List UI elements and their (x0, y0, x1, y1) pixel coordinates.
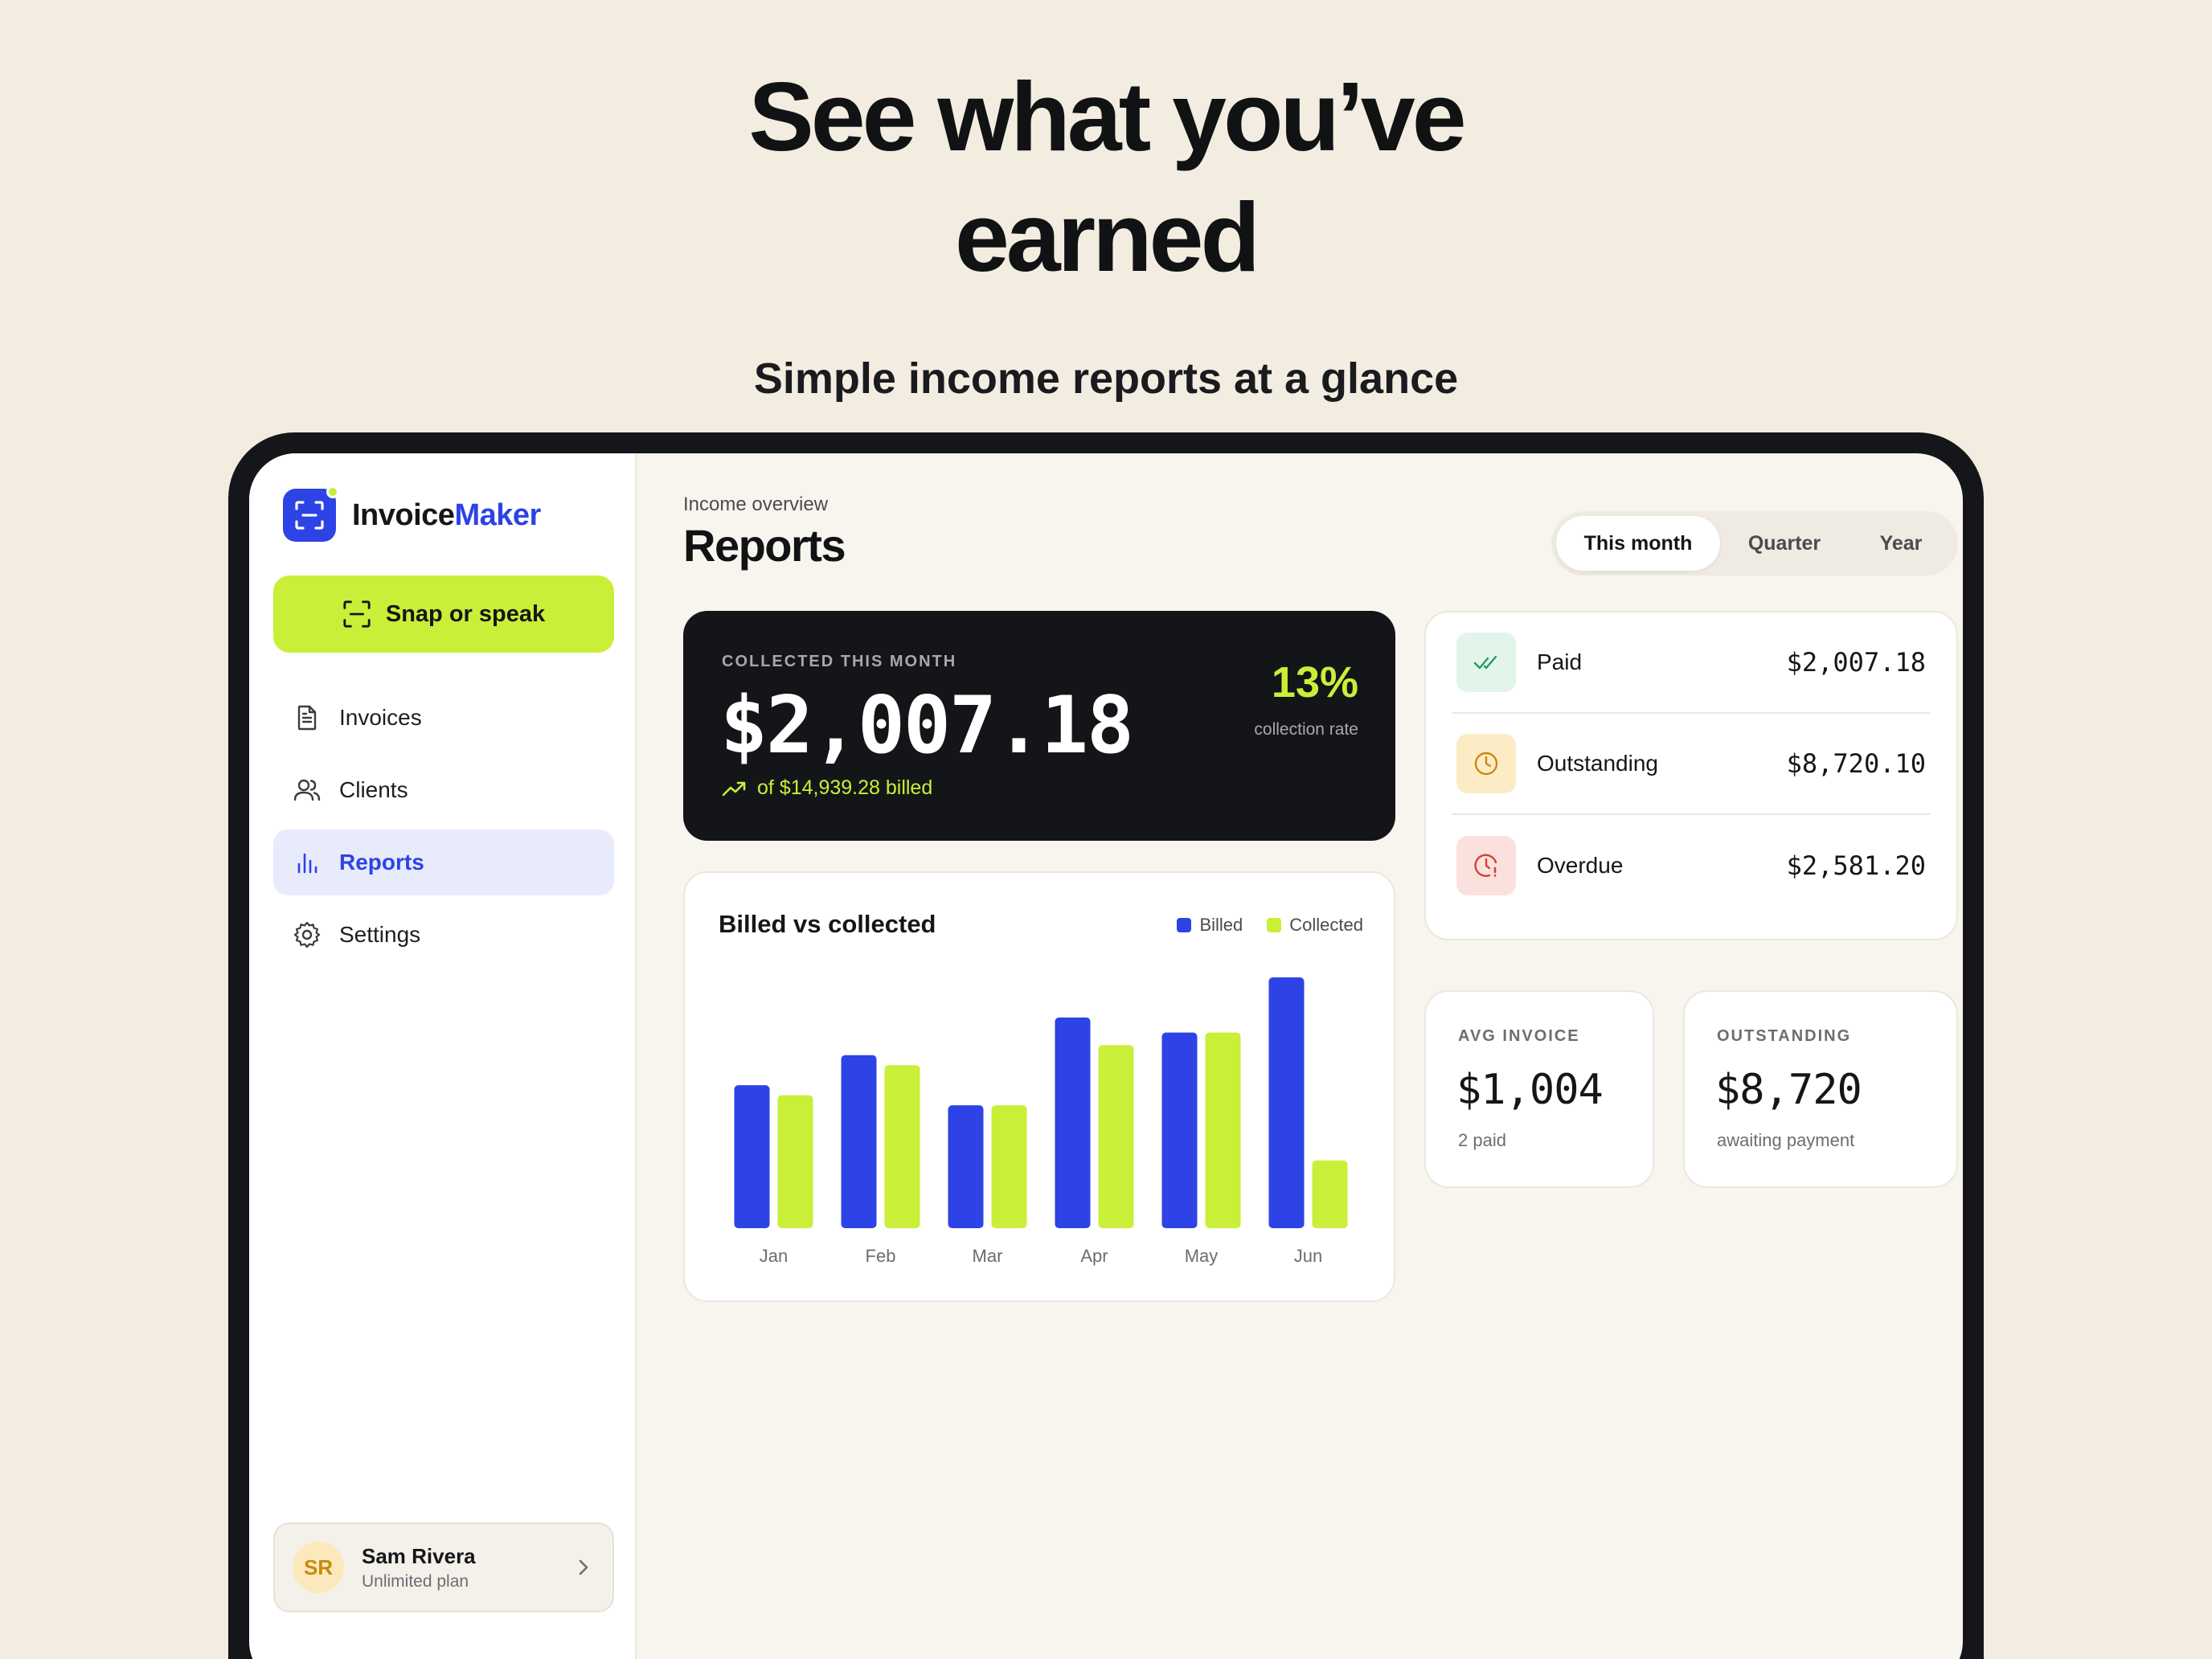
scan-icon (343, 600, 371, 628)
bar-chart-icon (297, 853, 317, 874)
metric-sub: awaiting payment (1717, 1130, 1855, 1150)
bar-billed-feb[interactable] (841, 1055, 877, 1228)
status-label: Outstanding (1537, 751, 1658, 776)
sidebar-item-label: Clients (339, 777, 408, 802)
status-label: Paid (1537, 649, 1583, 674)
user-text: Sam Rivera Unlimited plan (362, 1544, 476, 1591)
clock-icon (1456, 734, 1516, 793)
metric-value: $8,720 (1715, 1066, 1862, 1114)
status-label: Overdue (1537, 853, 1624, 878)
chart-plot: Jan Feb Mar Apr May Jun (734, 977, 1348, 1266)
brand[interactable]: InvoiceMaker (283, 485, 541, 542)
scan-logo-icon (283, 485, 339, 542)
x-tick-label: Feb (866, 1246, 896, 1266)
metric-label: OUTSTANDING (1717, 1027, 1852, 1045)
sidebar-item-invoices[interactable]: Invoices (273, 685, 614, 751)
gear-icon (293, 921, 321, 948)
collected-label: COLLECTED THIS MONTH (722, 653, 957, 670)
sidebar-item-label: Invoices (339, 705, 422, 730)
collection-rate: 13% (1271, 658, 1358, 707)
tablet-frame: InvoiceMaker Snap or speak Invoices Clie… (228, 432, 1984, 1659)
metric-label: AVG INVOICE (1458, 1027, 1580, 1045)
bar-billed-jun[interactable] (1268, 977, 1305, 1228)
bar-billed-apr[interactable] (1055, 1017, 1091, 1228)
chevron-right-icon (579, 1559, 588, 1575)
sidebar-item-label: Reports (339, 850, 424, 875)
promo-headline-line1: See what you’ve (748, 62, 1466, 171)
period-year[interactable]: Year (1849, 516, 1953, 571)
trending-up-icon (722, 781, 746, 796)
outstanding-card: OUTSTANDING $8,720 awaiting payment (1683, 990, 1958, 1188)
status-value: $2,581.20 (1786, 850, 1926, 881)
snap-or-speak-button[interactable]: Snap or speak (273, 576, 614, 653)
collection-rate-label: collection rate (1254, 720, 1358, 739)
metric-sub: 2 paid (1458, 1130, 1506, 1150)
bar-collected-feb[interactable] (884, 1065, 920, 1228)
sidebar-item-reports[interactable]: Reports (273, 830, 614, 895)
brand-name-part1: Invoice (352, 498, 455, 532)
user-name: Sam Rivera (362, 1543, 476, 1568)
status-breakdown-card: Paid $2,007.18 Outstanding $8,720.10 Ove… (1424, 611, 1958, 940)
page-overline: Income overview (683, 494, 829, 515)
document-icon (297, 705, 317, 731)
status-value: $2,007.18 (1786, 647, 1926, 678)
sidebar-item-clients[interactable]: Clients (273, 757, 614, 823)
alarm-clock-icon (1456, 836, 1516, 895)
user-profile-card[interactable]: SR Sam Rivera Unlimited plan (273, 1522, 614, 1612)
x-tick-label: Mar (973, 1246, 1003, 1266)
promo-headline: See what you’ve earned (0, 56, 2212, 297)
main-content: Income overview Reports This month Quart… (637, 453, 1963, 1659)
brand-name: InvoiceMaker (352, 498, 541, 533)
bar-collected-mar[interactable] (991, 1105, 1027, 1228)
x-tick-label: Apr (1080, 1246, 1108, 1266)
bar-billed-may[interactable] (1161, 1032, 1198, 1228)
x-tick-label: May (1185, 1246, 1219, 1266)
brand-name-part2: Maker (454, 498, 541, 532)
status-row-outstanding[interactable]: Outstanding $8,720.10 (1452, 714, 1931, 815)
avatar: SR (293, 1542, 344, 1593)
billed-summary: of $14,939.28 billed (722, 776, 932, 800)
billed-vs-collected-chart: Billed vs collected Billed Collected Jan… (683, 871, 1395, 1302)
user-plan: Unlimited plan (362, 1571, 469, 1591)
collected-summary-card: COLLECTED THIS MONTH $2,007.18 of $14,93… (683, 611, 1395, 841)
app-screen: InvoiceMaker Snap or speak Invoices Clie… (249, 453, 1963, 1659)
promo-headline-line2: earned (954, 182, 1260, 292)
bar-collected-jan[interactable] (777, 1095, 813, 1228)
bar-collected-apr[interactable] (1098, 1045, 1134, 1228)
double-check-icon (1456, 633, 1516, 692)
bar-billed-mar[interactable] (948, 1105, 984, 1228)
promo-subheadline: Simple income reports at a glance (753, 354, 1459, 403)
bar-collected-jun[interactable] (1312, 1160, 1348, 1228)
period-this-month[interactable]: This month (1556, 516, 1720, 571)
status-row-overdue[interactable]: Overdue $2,581.20 (1452, 815, 1931, 916)
metric-value: $1,004 (1456, 1066, 1604, 1114)
snap-or-speak-label: Snap or speak (385, 600, 546, 627)
collected-amount: $2,007.18 (720, 680, 1134, 772)
sidebar: InvoiceMaker Snap or speak Invoices Clie… (249, 453, 637, 1659)
status-value: $8,720.10 (1786, 748, 1926, 779)
sidebar-item-label: Settings (339, 922, 421, 947)
status-row-paid[interactable]: Paid $2,007.18 (1452, 612, 1931, 714)
page-title: Reports (683, 520, 846, 571)
bar-billed-jan[interactable] (734, 1085, 770, 1228)
avg-invoice-card: AVG INVOICE $1,004 2 paid (1424, 990, 1654, 1188)
logo-status-dot (326, 485, 339, 498)
x-tick-label: Jan (760, 1246, 788, 1266)
sidebar-nav: Invoices Clients Reports Settings (273, 685, 614, 974)
bar-collected-may[interactable] (1205, 1032, 1241, 1228)
users-icon (293, 779, 321, 801)
period-selector: This month Quarter Year (1551, 511, 1958, 576)
period-quarter[interactable]: Quarter (1720, 516, 1849, 571)
sidebar-item-settings[interactable]: Settings (273, 902, 614, 968)
billed-summary-text: of $14,939.28 billed (757, 776, 933, 799)
x-tick-label: Jun (1294, 1246, 1322, 1266)
